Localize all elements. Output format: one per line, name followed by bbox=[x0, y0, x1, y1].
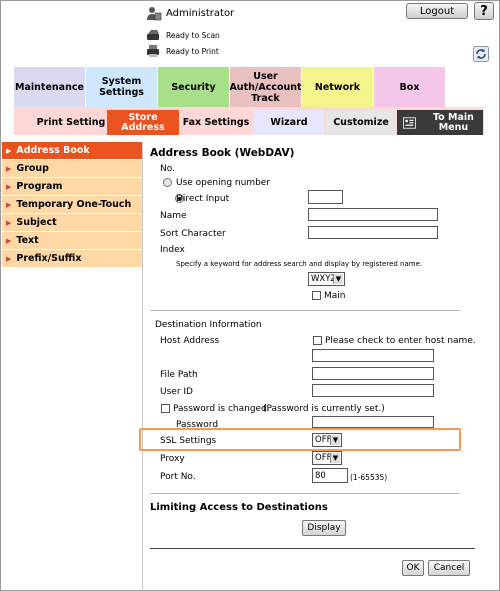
sidebar-item-text[interactable]: ▶ Text bbox=[2, 232, 142, 250]
arrow-right-icon: ▶ bbox=[6, 236, 12, 245]
sidebar-item-prefix-suffix[interactable]: ▶ Prefix/Suffix bbox=[2, 250, 142, 268]
user-info: Administrator bbox=[146, 4, 234, 22]
sidebar-item-label: Address Book bbox=[16, 145, 90, 156]
arrow-right-icon: ▶ bbox=[6, 200, 12, 209]
tab-maintenance[interactable]: Maintenance bbox=[14, 67, 86, 107]
tab-box[interactable]: Box bbox=[374, 67, 446, 107]
host-name-checkbox[interactable] bbox=[313, 336, 322, 345]
cancel-button[interactable]: Cancel bbox=[428, 560, 470, 576]
chevron-down-icon: ▼ bbox=[330, 453, 340, 463]
divider bbox=[150, 493, 460, 494]
password-changed-label: Password is changed. bbox=[173, 404, 270, 414]
direct-input-label: Direct Input bbox=[176, 194, 230, 204]
main-label: Main bbox=[324, 291, 346, 301]
port-label: Port No. bbox=[160, 472, 196, 482]
to-main-menu-label: To Main Menu bbox=[432, 111, 474, 133]
use-opening-number-radio[interactable] bbox=[163, 178, 172, 187]
sidebar-item-label: Group bbox=[16, 163, 49, 174]
password-changed-checkbox[interactable] bbox=[161, 404, 170, 413]
no-label: No. bbox=[160, 164, 175, 174]
arrow-right-icon: ▶ bbox=[6, 218, 12, 227]
user-id-label: User ID bbox=[160, 387, 193, 397]
sidebar-item-label: Text bbox=[16, 235, 39, 246]
name-label: Name bbox=[160, 211, 187, 221]
sidebar-item-label: Program bbox=[16, 181, 63, 192]
administrator-icon bbox=[147, 7, 162, 21]
index-hint: Specify a keyword for address search and… bbox=[176, 260, 423, 268]
limiting-access-title: Limiting Access to Destinations bbox=[150, 502, 328, 513]
to-main-menu-button[interactable]: To Main Menu bbox=[397, 110, 483, 135]
use-opening-number-label: Use opening number bbox=[176, 178, 271, 188]
proxy-select-value: OFF bbox=[315, 453, 332, 463]
sidebar-item-label: Subject bbox=[16, 217, 57, 228]
refresh-icon[interactable] bbox=[473, 46, 489, 62]
arrow-right-icon: ▶ bbox=[6, 182, 12, 191]
sidebar-item-subject[interactable]: ▶ Subject bbox=[2, 214, 142, 232]
page-title: Address Book (WebDAV) bbox=[150, 147, 295, 159]
host-name-check-label: Please check to enter host name. bbox=[325, 336, 476, 346]
sidebar-item-address-book[interactable]: ▶ Address Book bbox=[2, 142, 142, 160]
user-name: Administrator bbox=[166, 7, 235, 19]
sidebar-item-group[interactable]: ▶ Group bbox=[2, 160, 142, 178]
ssl-select-value: OFF bbox=[315, 435, 332, 445]
port-input[interactable]: 80 bbox=[312, 468, 348, 483]
tab-network[interactable]: Network bbox=[302, 67, 374, 107]
scan-status: Ready to Scan bbox=[146, 28, 220, 42]
main-checkbox[interactable] bbox=[312, 291, 321, 300]
password-input[interactable] bbox=[312, 416, 434, 428]
print-status: Ready to Print bbox=[146, 44, 219, 58]
sort-character-input[interactable] bbox=[308, 226, 438, 239]
file-path-label: File Path bbox=[160, 370, 198, 380]
sidebar-divider bbox=[142, 142, 143, 591]
printer-icon bbox=[147, 45, 159, 57]
main-menu-icon bbox=[403, 116, 416, 129]
ssl-settings-select[interactable]: OFF ▼ bbox=[312, 433, 342, 447]
sidebar: ▶ Address Book ▶ Group ▶ Program ▶ Temporary… bbox=[2, 142, 142, 268]
arrow-right-icon: ▶ bbox=[6, 164, 12, 173]
host-address-input[interactable] bbox=[312, 349, 434, 362]
arrow-right-icon: ▶ bbox=[6, 146, 12, 155]
sidebar-item-temporary-one-touch[interactable]: ▶ Temporary One-Touch bbox=[2, 196, 142, 214]
tab-customize[interactable]: Customize bbox=[326, 110, 396, 135]
tab-print-setting[interactable]: Print Setting bbox=[36, 110, 106, 135]
name-input[interactable] bbox=[308, 208, 438, 221]
display-button[interactable]: Display bbox=[302, 520, 346, 536]
ok-button[interactable]: OK bbox=[402, 560, 424, 576]
user-id-input[interactable] bbox=[312, 384, 434, 397]
print-status-text: Ready to Print bbox=[166, 46, 219, 56]
arrow-right-icon: ▶ bbox=[6, 254, 12, 263]
destination-info-label: Destination Information bbox=[155, 320, 262, 330]
chevron-down-icon: ▼ bbox=[330, 435, 340, 445]
port-range-hint: (1-65535) bbox=[350, 473, 388, 482]
index-label: Index bbox=[160, 245, 185, 255]
proxy-label: Proxy bbox=[160, 454, 185, 464]
file-path-input[interactable] bbox=[312, 367, 434, 380]
tab-wizard[interactable]: Wizard bbox=[254, 110, 324, 135]
proxy-select[interactable]: OFF ▼ bbox=[312, 451, 342, 465]
chevron-down-icon: ▼ bbox=[333, 274, 343, 284]
ssl-settings-label: SSL Settings bbox=[160, 436, 217, 446]
direct-input-field[interactable] bbox=[308, 190, 343, 204]
sort-character-label: Sort Character bbox=[160, 229, 226, 239]
scan-status-text: Ready to Scan bbox=[166, 30, 220, 40]
sidebar-item-label: Temporary One-Touch bbox=[16, 199, 132, 210]
help-button[interactable]: ? bbox=[474, 2, 494, 20]
tab-store-address[interactable]: Store Address bbox=[107, 110, 179, 135]
scanner-icon bbox=[147, 30, 159, 40]
tab-fax-settings[interactable]: Fax Settings bbox=[180, 110, 252, 135]
tab-system-settings[interactable]: System Settings bbox=[86, 67, 158, 107]
divider bbox=[150, 310, 460, 311]
logout-button[interactable]: Logout bbox=[406, 3, 468, 19]
tab-user-auth[interactable]: User Auth/Account Track bbox=[229, 67, 302, 107]
password-current-note: (Password is currently set.) bbox=[263, 404, 385, 414]
index-select[interactable]: WXYZ ▼ bbox=[308, 272, 345, 286]
sidebar-item-program[interactable]: ▶ Program bbox=[2, 178, 142, 196]
host-address-label: Host Address bbox=[160, 336, 220, 346]
sidebar-item-label: Prefix/Suffix bbox=[16, 253, 82, 264]
tab-security[interactable]: Security bbox=[158, 67, 230, 107]
divider bbox=[150, 548, 475, 549]
